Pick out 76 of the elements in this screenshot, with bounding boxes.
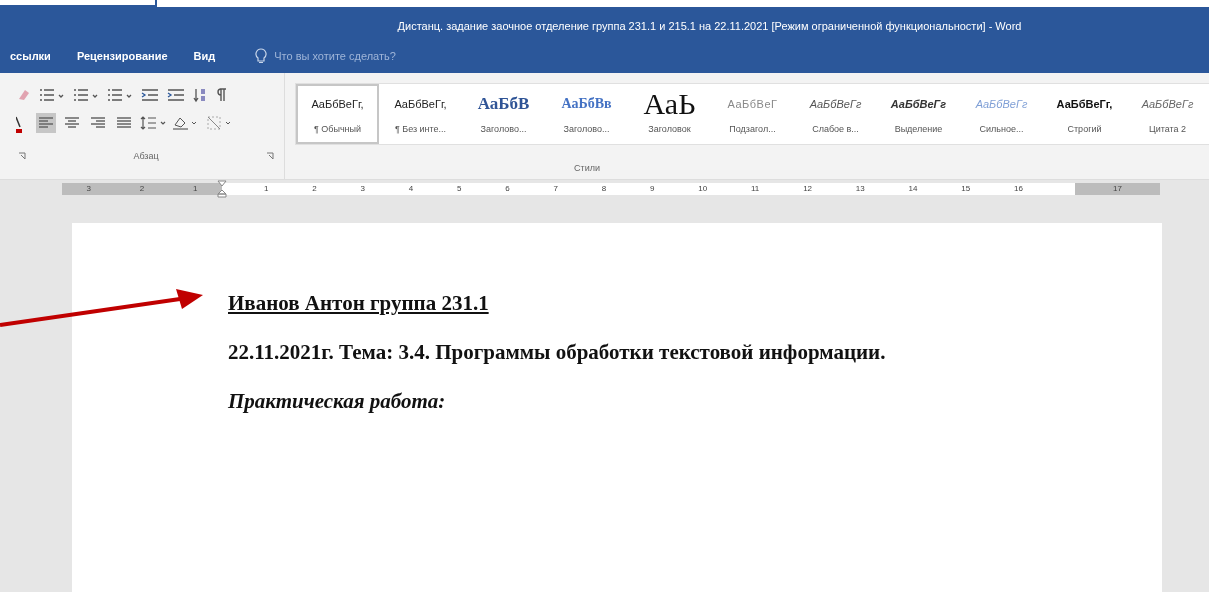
document-line: 22.11.2021г. Тема: 3.4. Программы обработки текстовой информации. [228, 340, 887, 365]
style-sample: АаБбВеГг, [311, 97, 364, 112]
style-item[interactable]: АаБбВеГг, Строгий [1043, 84, 1126, 144]
ruler-number: 10 [698, 184, 708, 194]
line-spacing-icon[interactable] [140, 115, 166, 131]
style-name: Заголово... [480, 124, 527, 134]
align-button[interactable] [36, 113, 56, 133]
style-sample: АаБбВеГг [890, 97, 947, 112]
ribbon-tab[interactable]: Вид [193, 48, 230, 64]
style-name: Строгий [1067, 124, 1102, 134]
ruler-number: 2 [139, 184, 145, 194]
ruler-number: 12 [803, 184, 813, 194]
ruler-number: 14 [908, 184, 918, 194]
style-item[interactable]: АаБбВ Заголово... [462, 84, 545, 144]
style-sample: АаБбВеГг [809, 97, 862, 112]
style-item[interactable]: АаБбВеГг Выделение [877, 84, 960, 144]
list-icon[interactable] [106, 87, 134, 103]
document-line: Иванов Антон группа 231.1 [228, 291, 490, 316]
ruler-number: 3 [360, 184, 365, 194]
ruler-number: 1 [193, 184, 198, 194]
style-sample: АаБбВеГ [727, 97, 778, 112]
ruler-number: 8 [601, 184, 607, 194]
ruler-number: 11 [751, 184, 760, 194]
ribbon-tab[interactable]: ссылки [10, 48, 65, 64]
ruler-number: 7 [553, 184, 558, 194]
dialog-launcher-icon[interactable] [266, 152, 274, 160]
style-item[interactable]: АаБбВеГг Слабое в... [794, 84, 877, 144]
ruler-number: 17 [1113, 184, 1122, 194]
style-item[interactable]: АаЬ Заголовок [628, 84, 711, 144]
lightbulb-icon [255, 48, 268, 64]
style-name: Заголовок [648, 124, 691, 134]
indent-marker[interactable] [217, 180, 227, 198]
style-name: Слабое в... [812, 124, 859, 134]
style-item[interactable]: АаБбВеГг Сильное... [960, 84, 1043, 144]
ruler-number: 1 [263, 184, 269, 194]
list-icon[interactable] [72, 87, 100, 103]
style-name: Сильное... [979, 124, 1024, 134]
style-name: Цитата 2 [1148, 124, 1186, 134]
ruler-number: 5 [456, 184, 462, 194]
ruler-number: 16 [1014, 184, 1023, 194]
style-sample: АаБбВв [561, 95, 612, 113]
ruler-number: 4 [408, 184, 414, 194]
window-title: Дистанц. задание заочное отделение группа 231.1 и 215.1 на 22.11.2021 [Режим ограниченной функциональности] - Word [396, 19, 1023, 32]
dialog-launcher-icon[interactable] [18, 152, 26, 160]
style-item[interactable]: АаБбВеГг, ¶ Обычный [296, 84, 379, 144]
style-name: ¶ Без инте... [394, 124, 447, 134]
ruler-number: 9 [650, 184, 655, 194]
tell-me-field[interactable]: Что вы хотите сделать? [255, 48, 457, 64]
ruler-number: 6 [505, 184, 510, 194]
style-name: Выделение [894, 124, 943, 134]
document-line: Практическая работа: [228, 389, 447, 414]
ribbon-tab[interactable]: Рецензирование [76, 48, 182, 64]
list-icon[interactable] [38, 87, 66, 103]
style-item[interactable]: АаБбВеГ Подзагол... [711, 84, 794, 144]
ruler-number: 15 [961, 184, 971, 194]
pilcrow-icon[interactable] [214, 87, 228, 103]
ruler-number: 13 [855, 184, 865, 194]
style-name: Заголово... [563, 124, 610, 134]
style-sample: АаБбВеГг [1141, 97, 1194, 112]
group-label: Стили [574, 163, 600, 173]
style-sample: АаБбВеГг, [394, 97, 447, 112]
style-name: ¶ Обычный [313, 124, 362, 134]
sort-icon[interactable] [192, 87, 208, 103]
indent-icon[interactable] [166, 87, 186, 103]
ruler-number: 3 [86, 184, 91, 194]
style-name: Подзагол... [729, 124, 776, 134]
style-sample: АаБбВ [477, 93, 530, 115]
style-item[interactable]: АаБбВв Заголово... [545, 84, 628, 144]
ruler-number: 2 [312, 184, 317, 194]
style-sample: АаЬ [643, 92, 696, 116]
style-sample: АаБбВеГг, [1056, 97, 1113, 112]
style-item[interactable]: АаБбВеГг Цитата 2 [1126, 84, 1209, 144]
indent-icon[interactable] [140, 87, 160, 103]
style-item[interactable]: АаБбВеГг, ¶ Без инте... [379, 84, 462, 144]
style-sample: АаБбВеГг [975, 97, 1028, 112]
group-label: Абзац [133, 151, 159, 161]
